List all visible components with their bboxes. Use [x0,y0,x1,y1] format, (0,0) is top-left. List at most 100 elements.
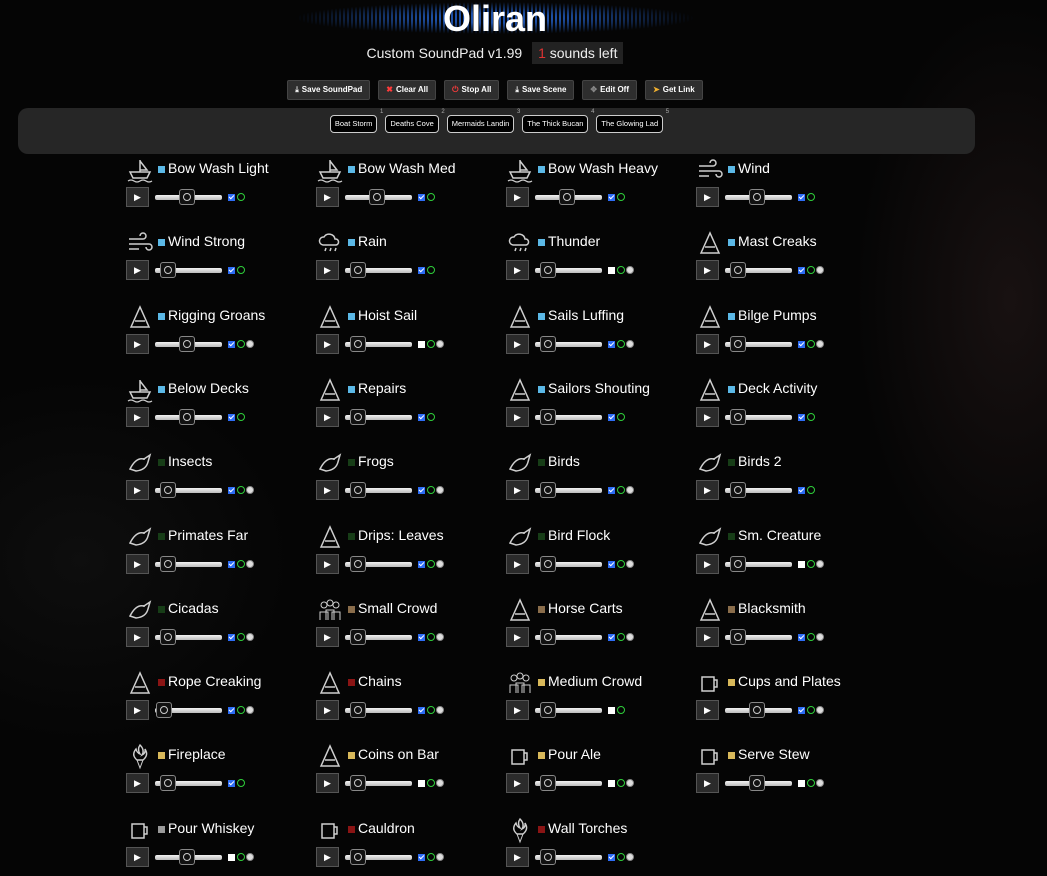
play-button[interactable]: ▶ [696,480,719,501]
enable-checkbox[interactable] [228,707,235,715]
loop-icon[interactable] [237,779,245,788]
volume-slider[interactable] [725,702,792,719]
volume-slider-handle[interactable] [748,702,765,719]
get-link-button[interactable]: ➤ Get Link [645,80,703,100]
enable-checkbox[interactable] [608,780,615,788]
loop-icon[interactable] [617,706,625,715]
volume-slider-handle[interactable] [350,848,367,865]
volume-slider[interactable] [725,262,792,279]
enable-checkbox[interactable] [228,560,235,568]
edit-off-button[interactable]: ✥ Edit Off [582,80,638,100]
play-button[interactable]: ▶ [506,700,529,721]
volume-slider[interactable] [155,702,222,719]
loop-icon[interactable] [427,852,435,861]
random-toggle-icon[interactable] [436,779,444,788]
enable-checkbox[interactable] [418,267,425,275]
loop-icon[interactable] [617,339,625,348]
random-toggle-icon[interactable] [626,486,634,495]
scene-button[interactable]: Mermaids Landin 3 [446,109,520,133]
random-toggle-icon[interactable] [816,779,824,788]
enable-checkbox[interactable] [608,560,615,568]
volume-slider-handle[interactable] [178,189,195,205]
volume-slider-handle[interactable] [160,775,177,792]
volume-slider-handle[interactable] [178,335,195,352]
play-button[interactable]: ▶ [126,260,149,281]
loop-icon[interactable] [807,559,815,568]
play-button[interactable]: ▶ [316,700,339,721]
volume-slider[interactable] [725,482,792,499]
loop-icon[interactable] [237,486,245,495]
loop-icon[interactable] [427,412,435,421]
enable-checkbox[interactable] [228,633,235,641]
play-button[interactable]: ▶ [696,700,719,721]
enable-checkbox[interactable] [608,487,615,495]
volume-slider-handle[interactable] [160,628,177,645]
enable-checkbox[interactable] [608,267,615,275]
random-toggle-icon[interactable] [816,706,824,715]
volume-slider-handle[interactable] [540,702,557,719]
volume-slider-handle[interactable] [540,335,557,352]
loop-icon[interactable] [617,266,625,275]
enable-checkbox[interactable] [418,780,425,788]
volume-slider[interactable] [345,702,412,719]
loop-icon[interactable] [807,706,815,715]
volume-slider[interactable] [535,848,602,865]
random-toggle-icon[interactable] [816,632,824,641]
volume-slider-handle[interactable] [730,628,747,645]
scene-button[interactable]: The Thick Bucan 4 [522,109,594,133]
volume-slider-handle[interactable] [730,408,747,425]
loop-icon[interactable] [237,706,245,715]
loop-icon[interactable] [807,486,815,495]
enable-checkbox[interactable] [418,853,425,861]
volume-slider[interactable] [345,335,412,352]
volume-slider[interactable] [155,628,222,645]
volume-slider[interactable] [155,189,222,205]
play-button[interactable]: ▶ [506,406,529,427]
clear-all-button[interactable]: ✖ Clear All [378,80,437,100]
volume-slider-handle[interactable] [160,482,177,499]
play-button[interactable]: ▶ [126,553,149,574]
volume-slider[interactable] [535,262,602,279]
stop-all-button[interactable]: ⏻ Stop All [444,80,500,100]
loop-icon[interactable] [807,339,815,348]
enable-checkbox[interactable] [608,413,615,421]
volume-slider[interactable] [725,189,792,205]
volume-slider[interactable] [345,848,412,865]
volume-slider-handle[interactable] [540,482,557,499]
random-toggle-icon[interactable] [626,339,634,348]
enable-checkbox[interactable] [228,194,235,201]
loop-icon[interactable] [617,486,625,495]
play-button[interactable]: ▶ [316,480,339,501]
play-button[interactable]: ▶ [506,333,529,354]
random-toggle-icon[interactable] [246,632,254,641]
loop-icon[interactable] [807,266,815,275]
loop-icon[interactable] [427,266,435,275]
volume-slider[interactable] [725,628,792,645]
volume-slider[interactable] [345,775,412,792]
enable-checkbox[interactable] [228,340,235,348]
volume-slider-handle[interactable] [178,408,195,425]
volume-slider[interactable] [345,262,412,279]
volume-slider[interactable] [155,262,222,279]
enable-checkbox[interactable] [608,633,615,641]
play-button[interactable]: ▶ [316,187,339,207]
enable-checkbox[interactable] [228,413,235,421]
enable-checkbox[interactable] [228,267,235,275]
enable-checkbox[interactable] [418,413,425,421]
volume-slider-handle[interactable] [350,262,367,279]
scene-button[interactable]: Boat Storm 1 [329,109,383,133]
play-button[interactable]: ▶ [696,333,719,354]
volume-slider-handle[interactable] [156,702,173,719]
enable-checkbox[interactable] [228,487,235,495]
volume-slider[interactable] [535,408,602,425]
volume-slider[interactable] [535,775,602,792]
enable-checkbox[interactable] [418,194,425,201]
random-toggle-icon[interactable] [246,852,254,861]
enable-checkbox[interactable] [798,780,805,788]
enable-checkbox[interactable] [798,267,805,275]
volume-slider-handle[interactable] [730,262,747,279]
enable-checkbox[interactable] [798,560,805,568]
save-soundpad-button[interactable]: ⤓ Save SoundPad [287,80,371,100]
volume-slider-handle[interactable] [350,482,367,499]
play-button[interactable]: ▶ [506,260,529,281]
